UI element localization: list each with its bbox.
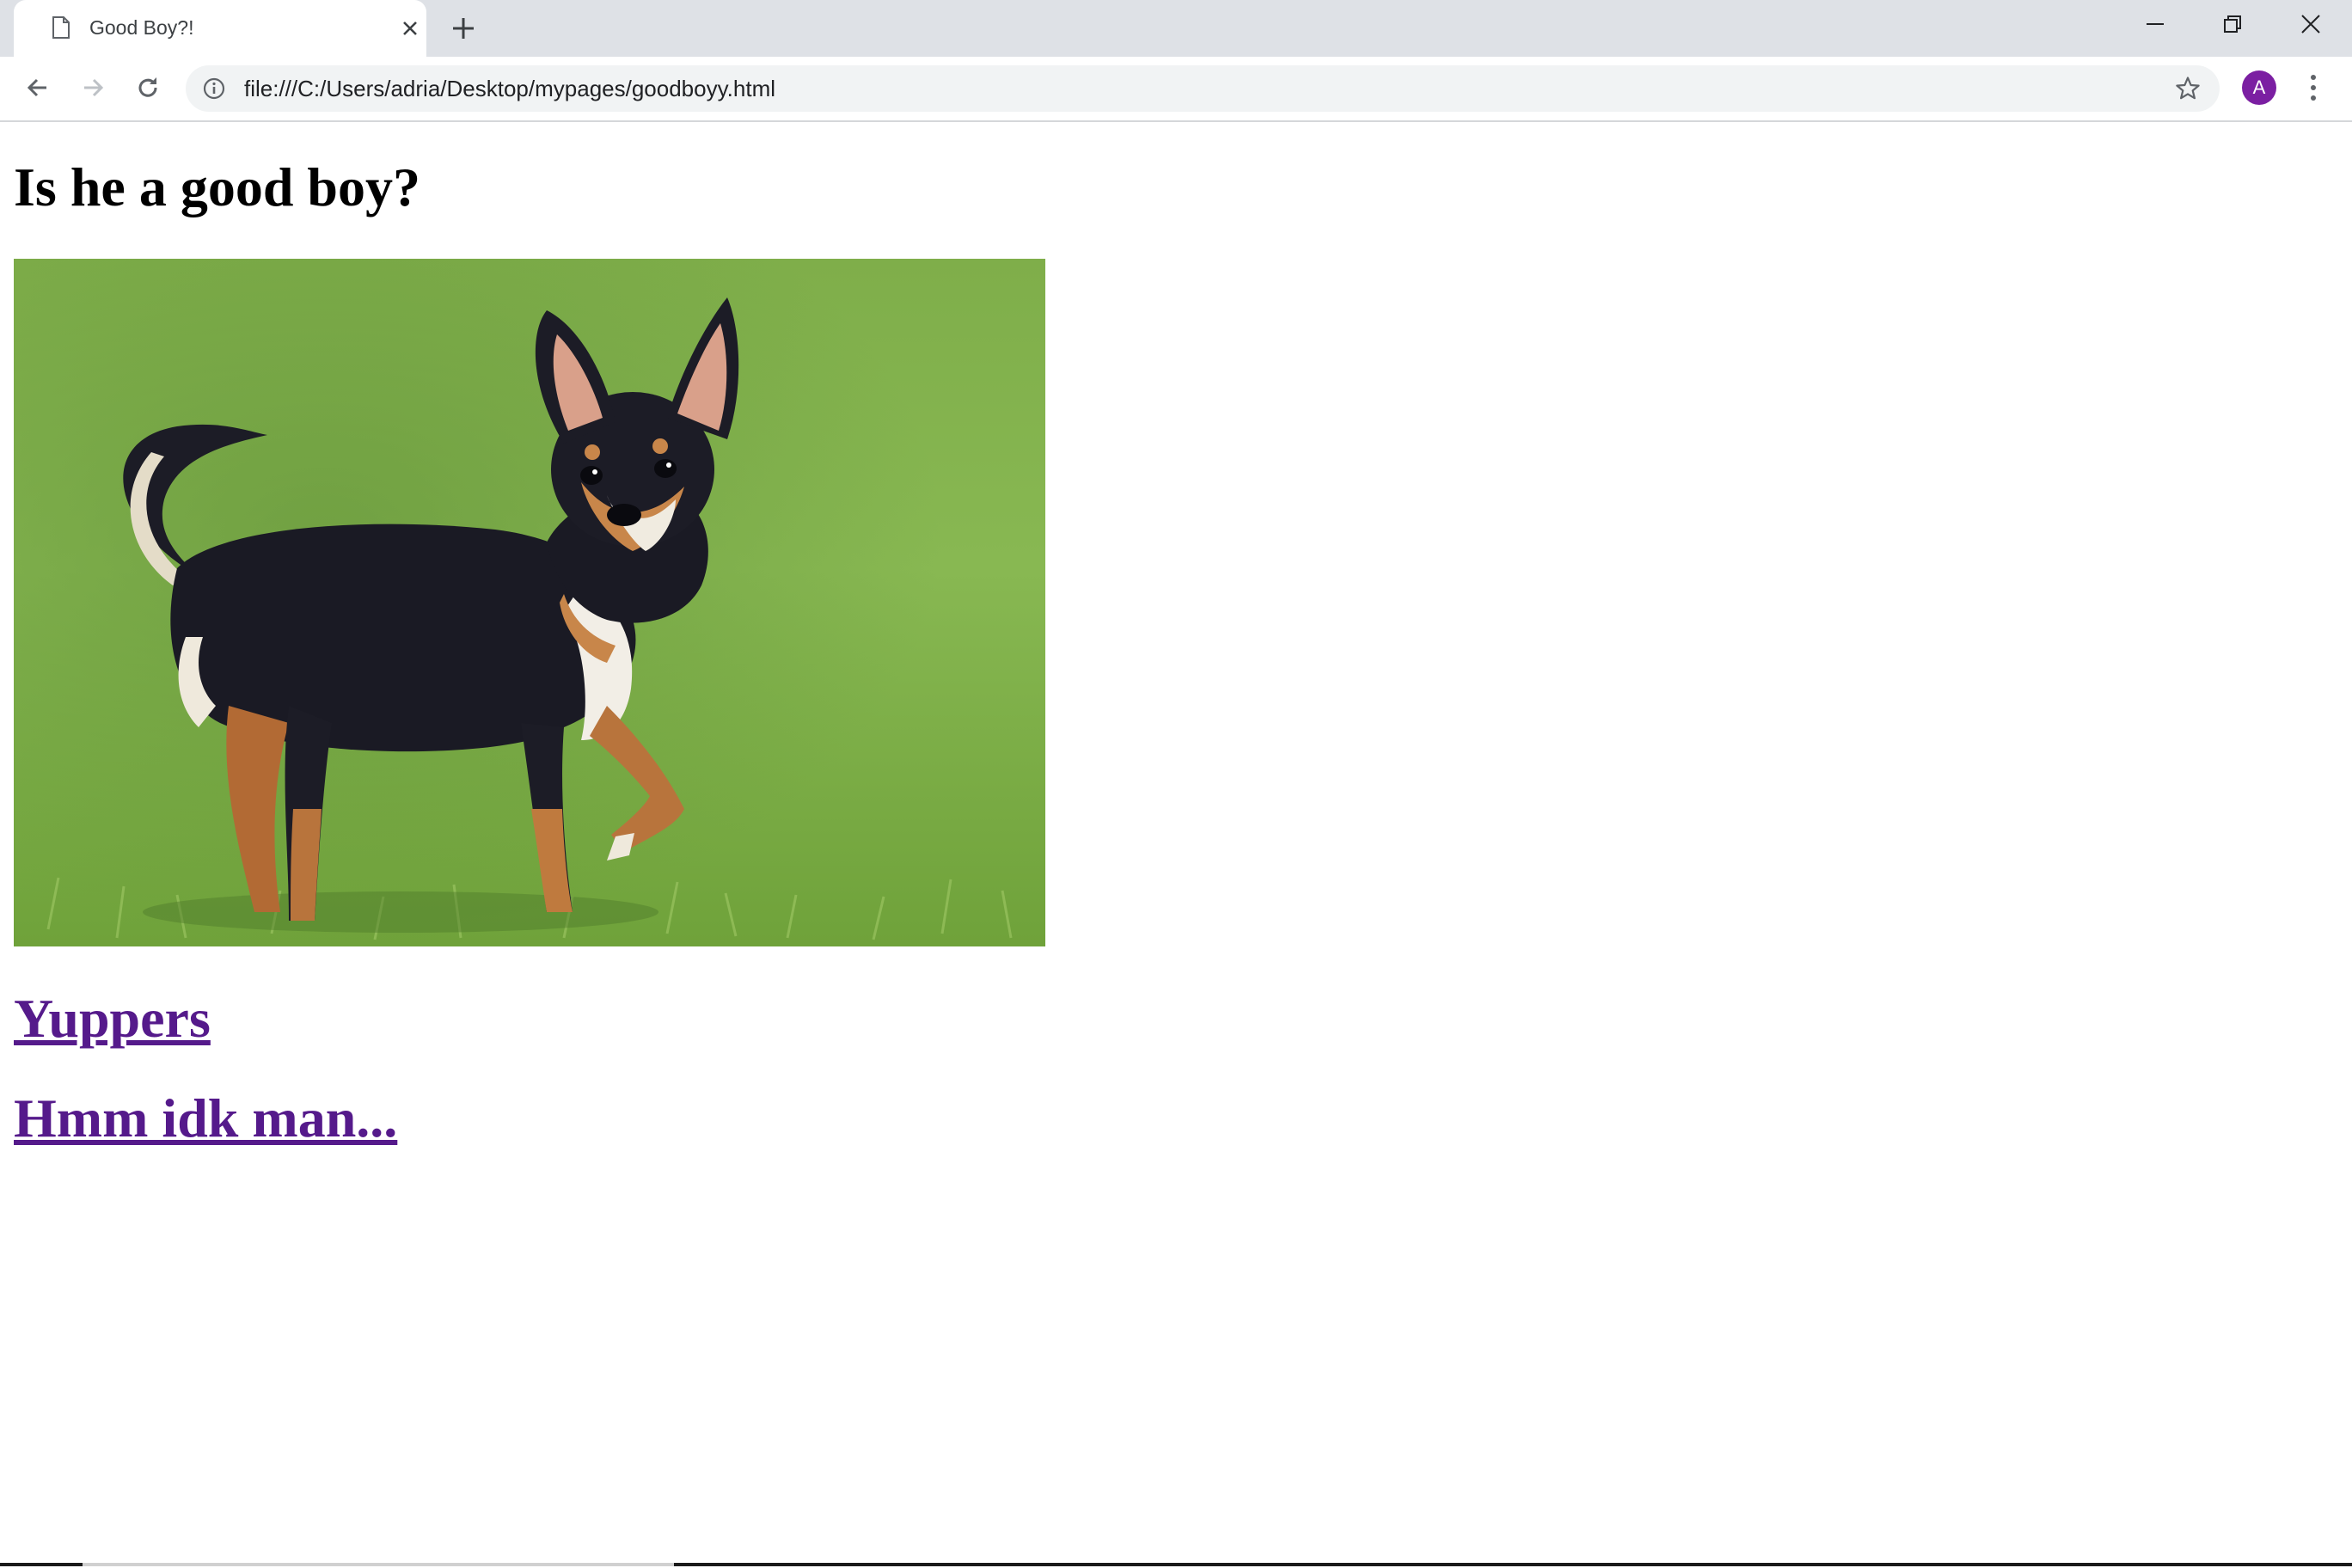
page-icon: [52, 16, 70, 39]
browser-tab[interactable]: Good Boy?!: [14, 0, 426, 57]
forward-arrow-icon: [84, 78, 104, 97]
dog-photo: [14, 259, 1045, 946]
back-arrow-icon: [27, 78, 46, 97]
plus-icon[interactable]: [450, 15, 476, 41]
hmm-idk-link[interactable]: Hmm idk man...: [14, 1086, 397, 1151]
tab-strip: Good Boy?!: [0, 0, 2352, 57]
tab-title: Good Boy?!: [89, 16, 194, 39]
profile-avatar[interactable]: A: [2242, 70, 2276, 105]
url-text[interactable]: file:///C:/Users/adria/Desktop/mypages/g…: [244, 76, 775, 101]
reload-button[interactable]: [129, 69, 167, 107]
address-bar[interactable]: file:///C:/Users/adria/Desktop/mypages/g…: [186, 65, 2220, 112]
star-icon[interactable]: [2175, 76, 2201, 101]
minimize-button[interactable]: [2116, 0, 2194, 48]
window-close-icon: [2301, 15, 2320, 34]
window-close-button[interactable]: [2272, 0, 2349, 48]
yuppers-link[interactable]: Yuppers: [14, 986, 211, 1051]
info-icon[interactable]: [203, 77, 225, 100]
minimize-icon: [2147, 23, 2164, 25]
close-icon[interactable]: [399, 17, 421, 40]
back-button[interactable]: [19, 69, 57, 107]
reload-icon: [138, 77, 157, 97]
page-content: Is he a good boy? Yuppers Hmm idk man...: [0, 122, 2352, 1565]
page-heading: Is he a good boy?: [14, 156, 420, 217]
kebab-menu-icon[interactable]: [2304, 72, 2323, 103]
taskbar-edge-highlight: [83, 1563, 674, 1566]
restore-icon: [2224, 15, 2241, 33]
forward-button[interactable]: [74, 69, 112, 107]
browser-toolbar: file:///C:/Users/adria/Desktop/mypages/g…: [0, 57, 2352, 122]
restore-button[interactable]: [2194, 0, 2271, 48]
